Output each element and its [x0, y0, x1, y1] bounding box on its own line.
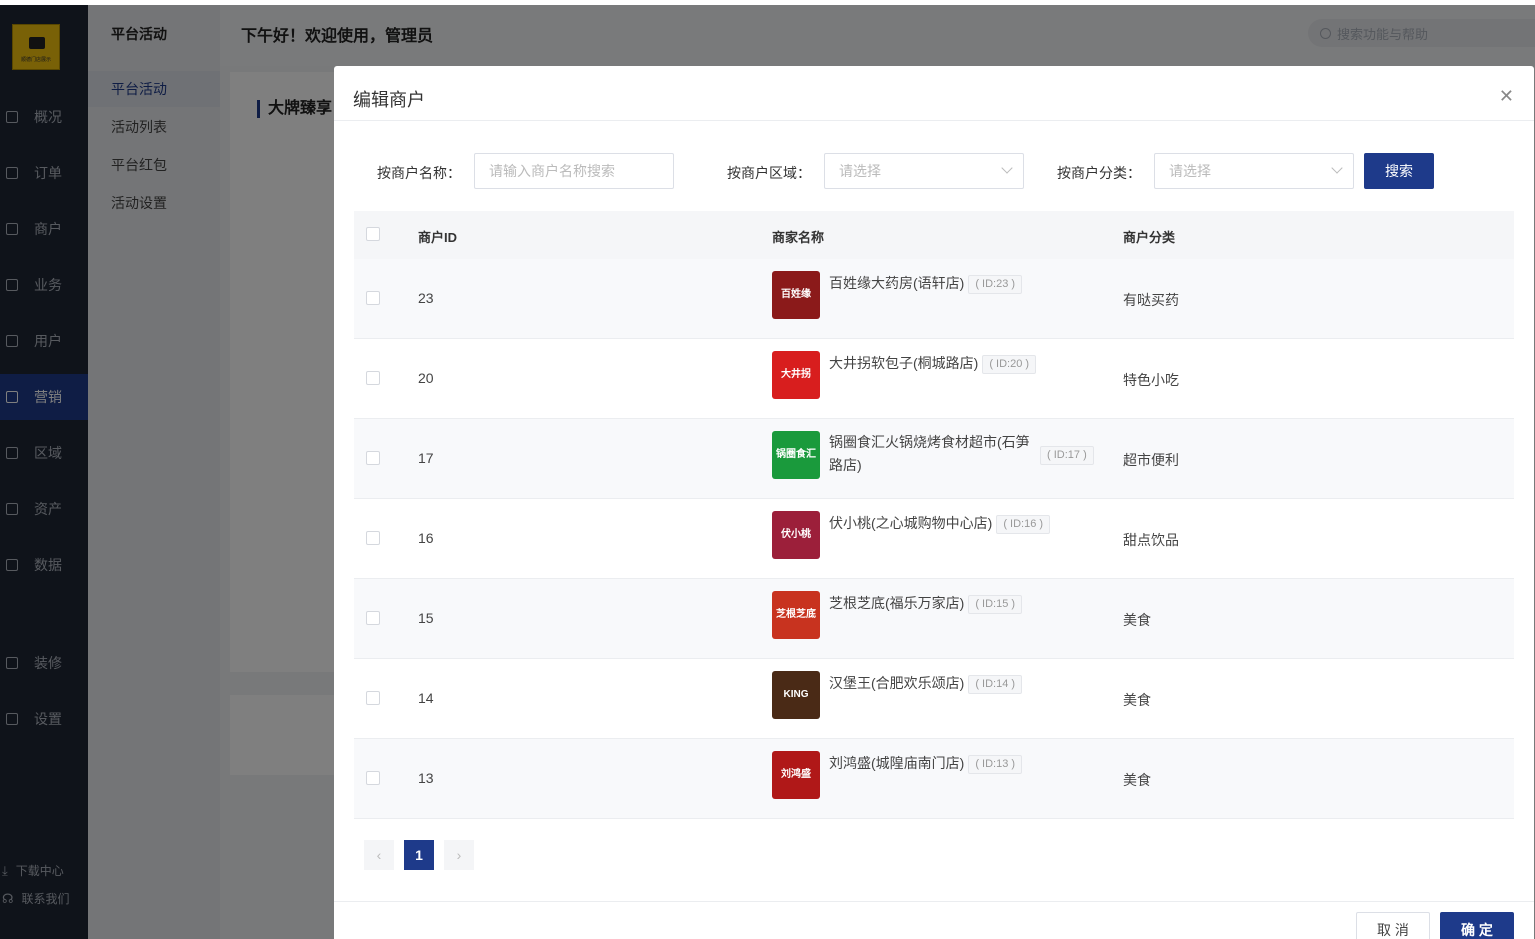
merchant-id: 20 — [418, 370, 434, 386]
confirm-button[interactable]: 确 定 — [1440, 912, 1514, 939]
table-header: 商户ID 商家名称 商户分类 — [354, 211, 1514, 259]
pagination: ‹ 1 › — [364, 840, 484, 870]
merchant-logo: 芝根芝底 — [772, 591, 820, 639]
table-row[interactable]: 15 芝根芝底 芝根芝底(福乐万家店)( ID:15 ) 美食 — [354, 579, 1514, 659]
page-1-button[interactable]: 1 — [404, 840, 434, 870]
merchant-name-placeholder: 请输入商户名称搜索 — [489, 163, 615, 179]
merchant-id: 16 — [418, 530, 434, 546]
category-placeholder: 请选择 — [1169, 163, 1211, 179]
merchant-name-cell: 芝根芝底(福乐万家店)( ID:15 ) — [829, 592, 1023, 615]
merchant-category: 美食 — [1123, 612, 1151, 628]
merchant-name: 芝根芝底(福乐万家店) — [829, 595, 965, 611]
category-filter-label: 按商户分类： — [1057, 165, 1141, 181]
merchant-name-cell: 大井拐软包子(桐城路店)( ID:20 ) — [829, 352, 1037, 375]
merchant-name-cell: 锅圈食汇火锅烧烤食材超市(石笋路店) — [829, 431, 1035, 477]
region-placeholder: 请选择 — [839, 163, 881, 179]
merchant-table: 商户ID 商家名称 商户分类 23 百姓缘 百姓缘大药房(语轩店)( ID:23 )… — [354, 211, 1514, 819]
chevron-down-icon — [1001, 162, 1013, 174]
merchant-name-cell: 百姓缘大药房(语轩店)( ID:23 ) — [829, 272, 1023, 295]
merchant-logo: 伏小桃 — [772, 511, 820, 559]
search-button[interactable]: 搜索 — [1364, 153, 1434, 189]
region-select[interactable]: 请选择 — [824, 153, 1024, 189]
table-row[interactable]: 14 KING 汉堡王(合肥欢乐颂店)( ID:14 ) 美食 — [354, 659, 1514, 739]
row-checkbox[interactable] — [366, 771, 380, 785]
footer-divider — [334, 901, 1534, 902]
merchant-id: 14 — [418, 690, 434, 706]
column-header-name: 商家名称 — [772, 230, 825, 245]
merchant-category: 美食 — [1123, 692, 1151, 708]
next-page-button[interactable]: › — [444, 840, 474, 870]
column-header-category: 商户分类 — [1123, 230, 1176, 245]
select-all-checkbox[interactable] — [366, 227, 380, 241]
merchant-id: 13 — [418, 770, 434, 786]
merchant-id: 17 — [418, 450, 434, 466]
merchant-name: 汉堡王(合肥欢乐颂店) — [829, 675, 965, 691]
merchant-category: 美食 — [1123, 772, 1151, 788]
merchant-id-badge: ( ID:14 ) — [968, 675, 1023, 694]
merchant-id-badge: ( ID:23 ) — [968, 275, 1023, 294]
merchant-name-input[interactable]: 请输入商户名称搜索 — [474, 153, 674, 189]
row-checkbox[interactable] — [366, 371, 380, 385]
merchant-category: 有哒买药 — [1123, 292, 1179, 308]
merchant-name: 锅圈食汇火锅烧烤食材超市(石笋路店) — [829, 434, 1030, 473]
chevron-down-icon — [1331, 162, 1343, 174]
row-checkbox[interactable] — [366, 291, 380, 305]
row-checkbox[interactable] — [366, 531, 380, 545]
merchant-name-cell: 汉堡王(合肥欢乐颂店)( ID:14 ) — [829, 672, 1023, 695]
merchant-name: 伏小桃(之心城购物中心店) — [829, 515, 993, 531]
merchant-category: 特色小吃 — [1123, 372, 1179, 388]
table-row[interactable]: 23 百姓缘 百姓缘大药房(语轩店)( ID:23 ) 有哒买药 — [354, 259, 1514, 339]
merchant-category: 甜点饮品 — [1123, 532, 1179, 548]
edit-merchant-modal: 编辑商户 ✕ 按商户名称： 请输入商户名称搜索 按商户区域： 请选择 按商户分类… — [334, 66, 1534, 939]
table-row[interactable]: 20 大井拐 大井拐软包子(桐城路店)( ID:20 ) 特色小吃 — [354, 339, 1514, 419]
merchant-name: 大井拐软包子(桐城路店) — [829, 355, 979, 371]
table-row[interactable]: 17 锅圈食汇 ( ID:17 ) 锅圈食汇火锅烧烤食材超市(石笋路店) 超市便利 — [354, 419, 1514, 499]
merchant-id-badge: ( ID:15 ) — [968, 595, 1023, 614]
category-select[interactable]: 请选择 — [1154, 153, 1354, 189]
merchant-id: 23 — [418, 290, 434, 306]
row-checkbox[interactable] — [366, 691, 380, 705]
region-filter-label: 按商户区域： — [727, 165, 811, 181]
name-filter-label: 按商户名称： — [377, 165, 461, 181]
merchant-name-cell: 刘鸿盛(城隍庙南门店)( ID:13 ) — [829, 752, 1023, 775]
column-header-id: 商户ID — [418, 230, 458, 245]
merchant-name-cell: 伏小桃(之心城购物中心店)( ID:16 ) — [829, 512, 1051, 535]
merchant-logo: 百姓缘 — [772, 271, 820, 319]
merchant-id-badge: ( ID:13 ) — [968, 755, 1023, 774]
prev-page-button[interactable]: ‹ — [364, 840, 394, 870]
merchant-name: 刘鸿盛(城隍庙南门店) — [829, 755, 965, 771]
merchant-id: 15 — [418, 610, 434, 626]
merchant-name: 百姓缘大药房(语轩店) — [829, 275, 965, 291]
divider — [334, 120, 1534, 121]
cancel-button[interactable]: 取 消 — [1356, 912, 1430, 939]
row-checkbox[interactable] — [366, 611, 380, 625]
merchant-id-badge: ( ID:17 ) — [1040, 446, 1094, 465]
table-row[interactable]: 13 刘鸿盛 刘鸿盛(城隍庙南门店)( ID:13 ) 美食 — [354, 739, 1514, 819]
merchant-logo: 大井拐 — [772, 351, 820, 399]
merchant-logo: 锅圈食汇 — [772, 431, 820, 479]
close-icon[interactable]: ✕ — [1499, 86, 1514, 106]
table-row[interactable]: 16 伏小桃 伏小桃(之心城购物中心店)( ID:16 ) 甜点饮品 — [354, 499, 1514, 579]
merchant-logo: 刘鸿盛 — [772, 751, 820, 799]
window-top-edge — [0, 0, 1535, 5]
merchant-category: 超市便利 — [1123, 452, 1179, 468]
row-checkbox[interactable] — [366, 451, 380, 465]
merchant-logo: KING — [772, 671, 820, 719]
modal-title: 编辑商户 — [353, 90, 425, 110]
merchant-id-badge: ( ID:20 ) — [982, 355, 1037, 374]
merchant-id-badge: ( ID:16 ) — [996, 515, 1051, 534]
